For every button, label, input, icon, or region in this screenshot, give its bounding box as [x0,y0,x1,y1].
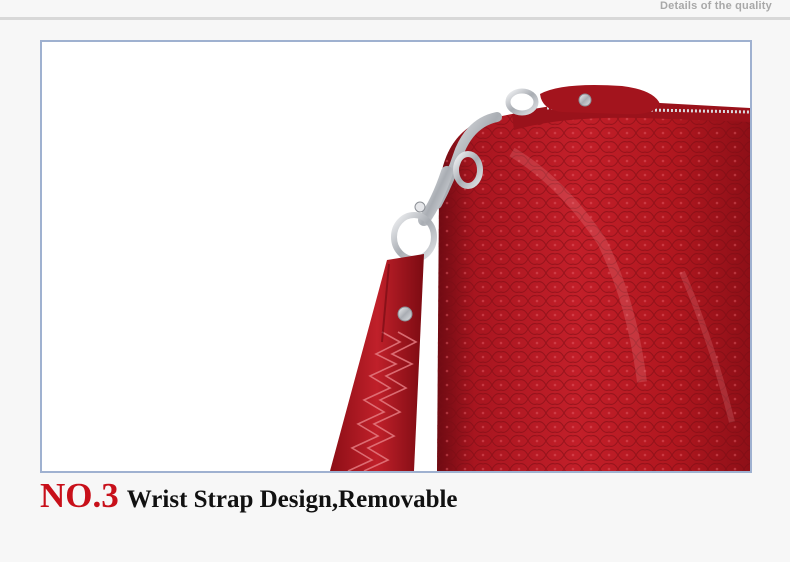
product-detail-page: Details of the quality NO.3 Wrist Strap … [0,0,790,562]
section-caption: Details of the quality [660,0,772,12]
product-photo [40,40,752,473]
feature-number: NO.3 [40,476,119,515]
feature-caption: NO.3 Wrist Strap Design,Removable [40,476,458,522]
feature-description: Wrist Strap Design,Removable [126,486,458,513]
wallet-strap-illustration [330,85,750,471]
header-divider [0,17,790,20]
